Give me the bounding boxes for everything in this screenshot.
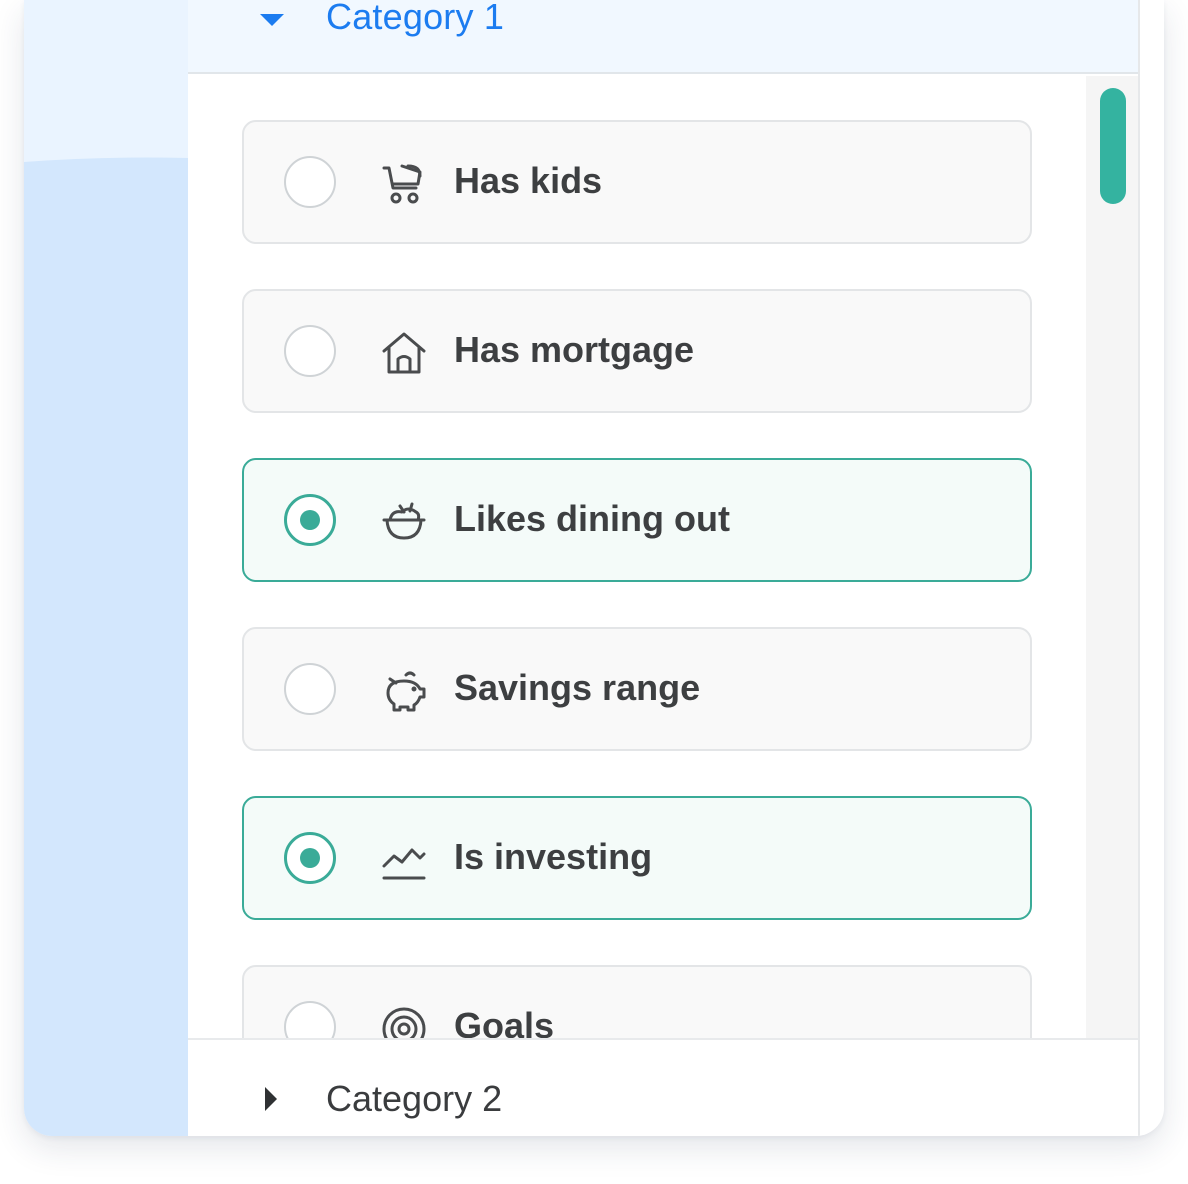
category-1-title: Category 1: [326, 0, 505, 37]
option-has-mortgage[interactable]: Has mortgage: [242, 289, 1032, 413]
card: Category 1 Has kids Has mortgage Likes d…: [24, 0, 1164, 1136]
radio-selected-dot: [300, 848, 320, 868]
options-list: Has kids Has mortgage Likes dining out S…: [188, 76, 1086, 1038]
stroller-icon: [382, 164, 422, 204]
category-2-title: Category 2: [326, 1078, 503, 1119]
option-label: Has mortgage: [454, 329, 695, 370]
option-label: Likes dining out: [454, 498, 730, 539]
radio-button[interactable]: [284, 1001, 336, 1038]
caret-right-icon: [265, 1087, 277, 1111]
option-has-kids[interactable]: Has kids: [242, 120, 1032, 244]
radio-button[interactable]: [284, 325, 336, 377]
option-is-investing[interactable]: Is investing: [242, 796, 1032, 920]
category-2-header[interactable]: Category 2: [188, 1038, 1138, 1136]
category-1-header[interactable]: Category 1: [188, 0, 1138, 74]
option-savings-range[interactable]: Savings range: [242, 627, 1032, 751]
radio-button[interactable]: [284, 494, 336, 546]
option-label: Is investing: [454, 836, 653, 877]
option-label: Goals: [454, 1005, 555, 1038]
piggy-bank-icon: [386, 671, 426, 712]
radio-button[interactable]: [284, 832, 336, 884]
option-likes-dining-out[interactable]: Likes dining out: [242, 458, 1032, 582]
radio-button[interactable]: [284, 663, 336, 715]
scrollbar-track[interactable]: [1086, 76, 1138, 1038]
left-panel-top-band: [24, 0, 188, 164]
scrollbar-thumb[interactable]: [1100, 88, 1126, 204]
target-icon: [382, 1007, 426, 1038]
option-goals[interactable]: Goals: [242, 965, 1032, 1038]
radio-button[interactable]: [284, 156, 336, 208]
category-panel: Category 1 Has kids Has mortgage Likes d…: [188, 0, 1140, 1136]
radio-selected-dot: [300, 510, 320, 530]
food-bowl-icon: [382, 502, 426, 540]
trend-chart-icon: [382, 848, 426, 880]
house-icon: [382, 332, 426, 374]
caret-down-icon: [260, 14, 284, 26]
left-background-panel: [24, 0, 188, 1136]
option-label: Has kids: [454, 160, 603, 201]
option-label: Savings range: [454, 667, 701, 708]
